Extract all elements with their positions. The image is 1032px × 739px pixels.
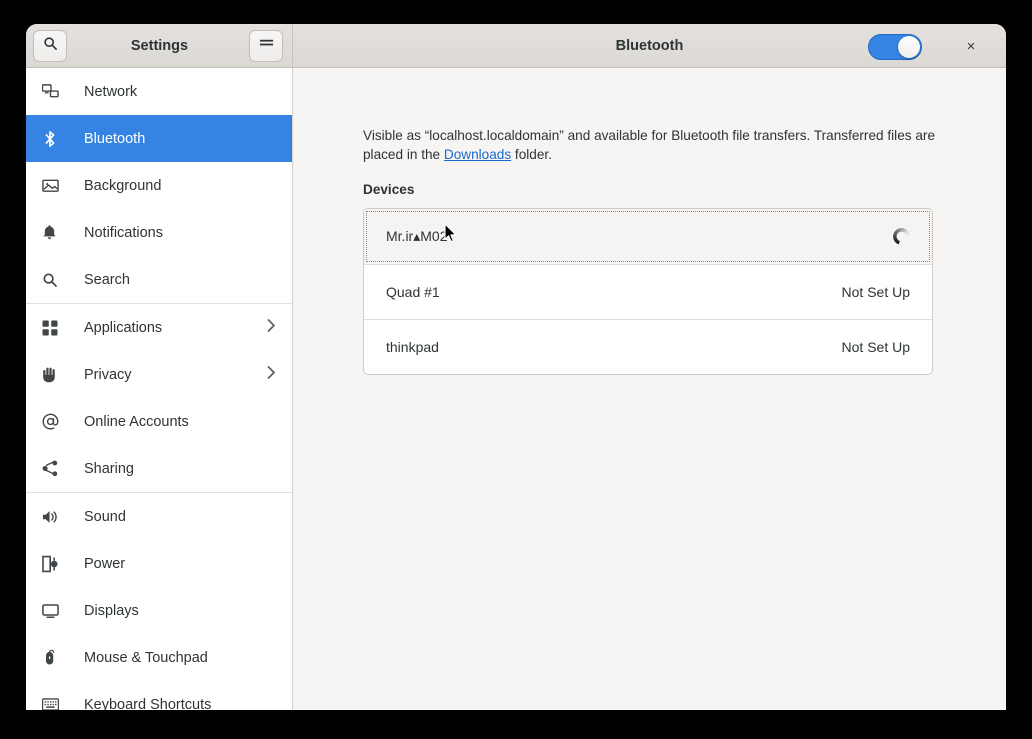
sidebar-item-label: Sound: [84, 508, 126, 525]
bluetooth-icon: [42, 130, 68, 148]
device-status: Not Set Up: [841, 339, 910, 355]
power-plug-icon: [42, 555, 68, 573]
description-text-part2: folder.: [511, 147, 552, 162]
sidebar-item-label: Notifications: [84, 224, 163, 241]
sidebar-item-privacy[interactable]: Privacy: [26, 351, 292, 398]
search-button[interactable]: [33, 29, 67, 62]
sidebar-item-network[interactable]: Network: [26, 68, 292, 115]
device-status: Not Set Up: [841, 284, 910, 300]
sidebar-item-label: Power: [84, 555, 126, 572]
sidebar-item-label: Privacy: [84, 366, 132, 383]
window-body: Network Bluetooth Background Notificatio…: [26, 68, 1006, 710]
settings-sidebar: Network Bluetooth Background Notificatio…: [26, 68, 293, 710]
hamburger-menu-icon: [259, 37, 274, 55]
sidebar-item-keyboard-shortcuts[interactable]: Keyboard Shortcuts: [26, 681, 292, 710]
desktop-background: Settings Bluetooth × Network Bluetooth B…: [0, 0, 1032, 739]
downloads-folder-link[interactable]: Downloads: [444, 147, 511, 162]
sidebar-item-label: Displays: [84, 602, 139, 619]
sidebar-item-bluetooth[interactable]: Bluetooth: [26, 115, 292, 162]
sidebar-item-label: Mouse & Touchpad: [84, 649, 208, 666]
search-icon: [42, 272, 68, 288]
bell-icon: [42, 224, 68, 241]
devices-heading: Devices: [363, 182, 415, 197]
sidebar-item-online-accounts[interactable]: Online Accounts: [26, 398, 292, 445]
device-row[interactable]: Mr.ir▴M02: [364, 209, 932, 264]
header-bar: Settings Bluetooth ×: [26, 24, 1006, 68]
hand-icon: [42, 366, 68, 383]
bluetooth-description: Visible as “localhost.localdomain” and a…: [363, 126, 935, 164]
main-menu-button[interactable]: [249, 29, 283, 62]
device-name: thinkpad: [386, 339, 439, 355]
sidebar-item-applications[interactable]: Applications: [26, 304, 292, 351]
sidebar-item-label: Online Accounts: [84, 413, 189, 430]
grid-apps-icon: [42, 320, 68, 336]
sidebar-item-label: Network: [84, 83, 138, 100]
sidebar-item-label: Sharing: [84, 460, 134, 477]
share-icon: [42, 460, 68, 477]
sidebar-item-power[interactable]: Power: [26, 540, 292, 587]
sidebar-item-search[interactable]: Search: [26, 256, 292, 303]
background-icon: [42, 177, 68, 194]
devices-list: Mr.ir▴M02 Quad #1 Not Set Up thinkpad No…: [363, 208, 933, 375]
bluetooth-panel: Visible as “localhost.localdomain” and a…: [293, 68, 1006, 710]
sidebar-item-sharing[interactable]: Sharing: [26, 445, 292, 492]
device-name: Mr.ir▴M02: [386, 228, 448, 244]
sidebar-item-label: Bluetooth: [84, 130, 146, 147]
sidebar-item-displays[interactable]: Displays: [26, 587, 292, 634]
monitor-icon: [42, 603, 68, 619]
sidebar-item-label: Applications: [84, 319, 163, 336]
settings-window: Settings Bluetooth × Network Bluetooth B…: [26, 24, 1006, 710]
toggle-knob: [898, 35, 920, 58]
mouse-icon: [42, 649, 68, 667]
search-icon: [43, 36, 58, 56]
close-icon: ×: [966, 38, 976, 55]
device-row[interactable]: Quad #1 Not Set Up: [364, 264, 932, 319]
sidebar-item-label: Search: [84, 271, 130, 288]
keyboard-icon: [42, 698, 68, 710]
close-window-button[interactable]: ×: [958, 34, 984, 60]
loading-spinner-icon: [893, 228, 910, 245]
sidebar-item-background[interactable]: Background: [26, 162, 292, 209]
sidebar-item-label: Background: [84, 177, 162, 194]
device-name: Quad #1: [386, 284, 440, 300]
sidebar-item-sound[interactable]: Sound: [26, 493, 292, 540]
sidebar-header: Settings: [26, 24, 293, 68]
bluetooth-toggle-switch[interactable]: [868, 33, 922, 60]
chevron-right-icon: [267, 365, 276, 384]
device-row[interactable]: thinkpad Not Set Up: [364, 319, 932, 374]
network-icon: [42, 83, 68, 100]
chevron-right-icon: [267, 318, 276, 337]
sidebar-item-notifications[interactable]: Notifications: [26, 209, 292, 256]
page-header: Bluetooth ×: [293, 24, 1006, 68]
speaker-icon: [42, 509, 68, 525]
at-sign-icon: [42, 413, 68, 430]
sidebar-item-label: Keyboard Shortcuts: [84, 696, 212, 711]
sidebar-item-mouse-touchpad[interactable]: Mouse & Touchpad: [26, 634, 292, 681]
